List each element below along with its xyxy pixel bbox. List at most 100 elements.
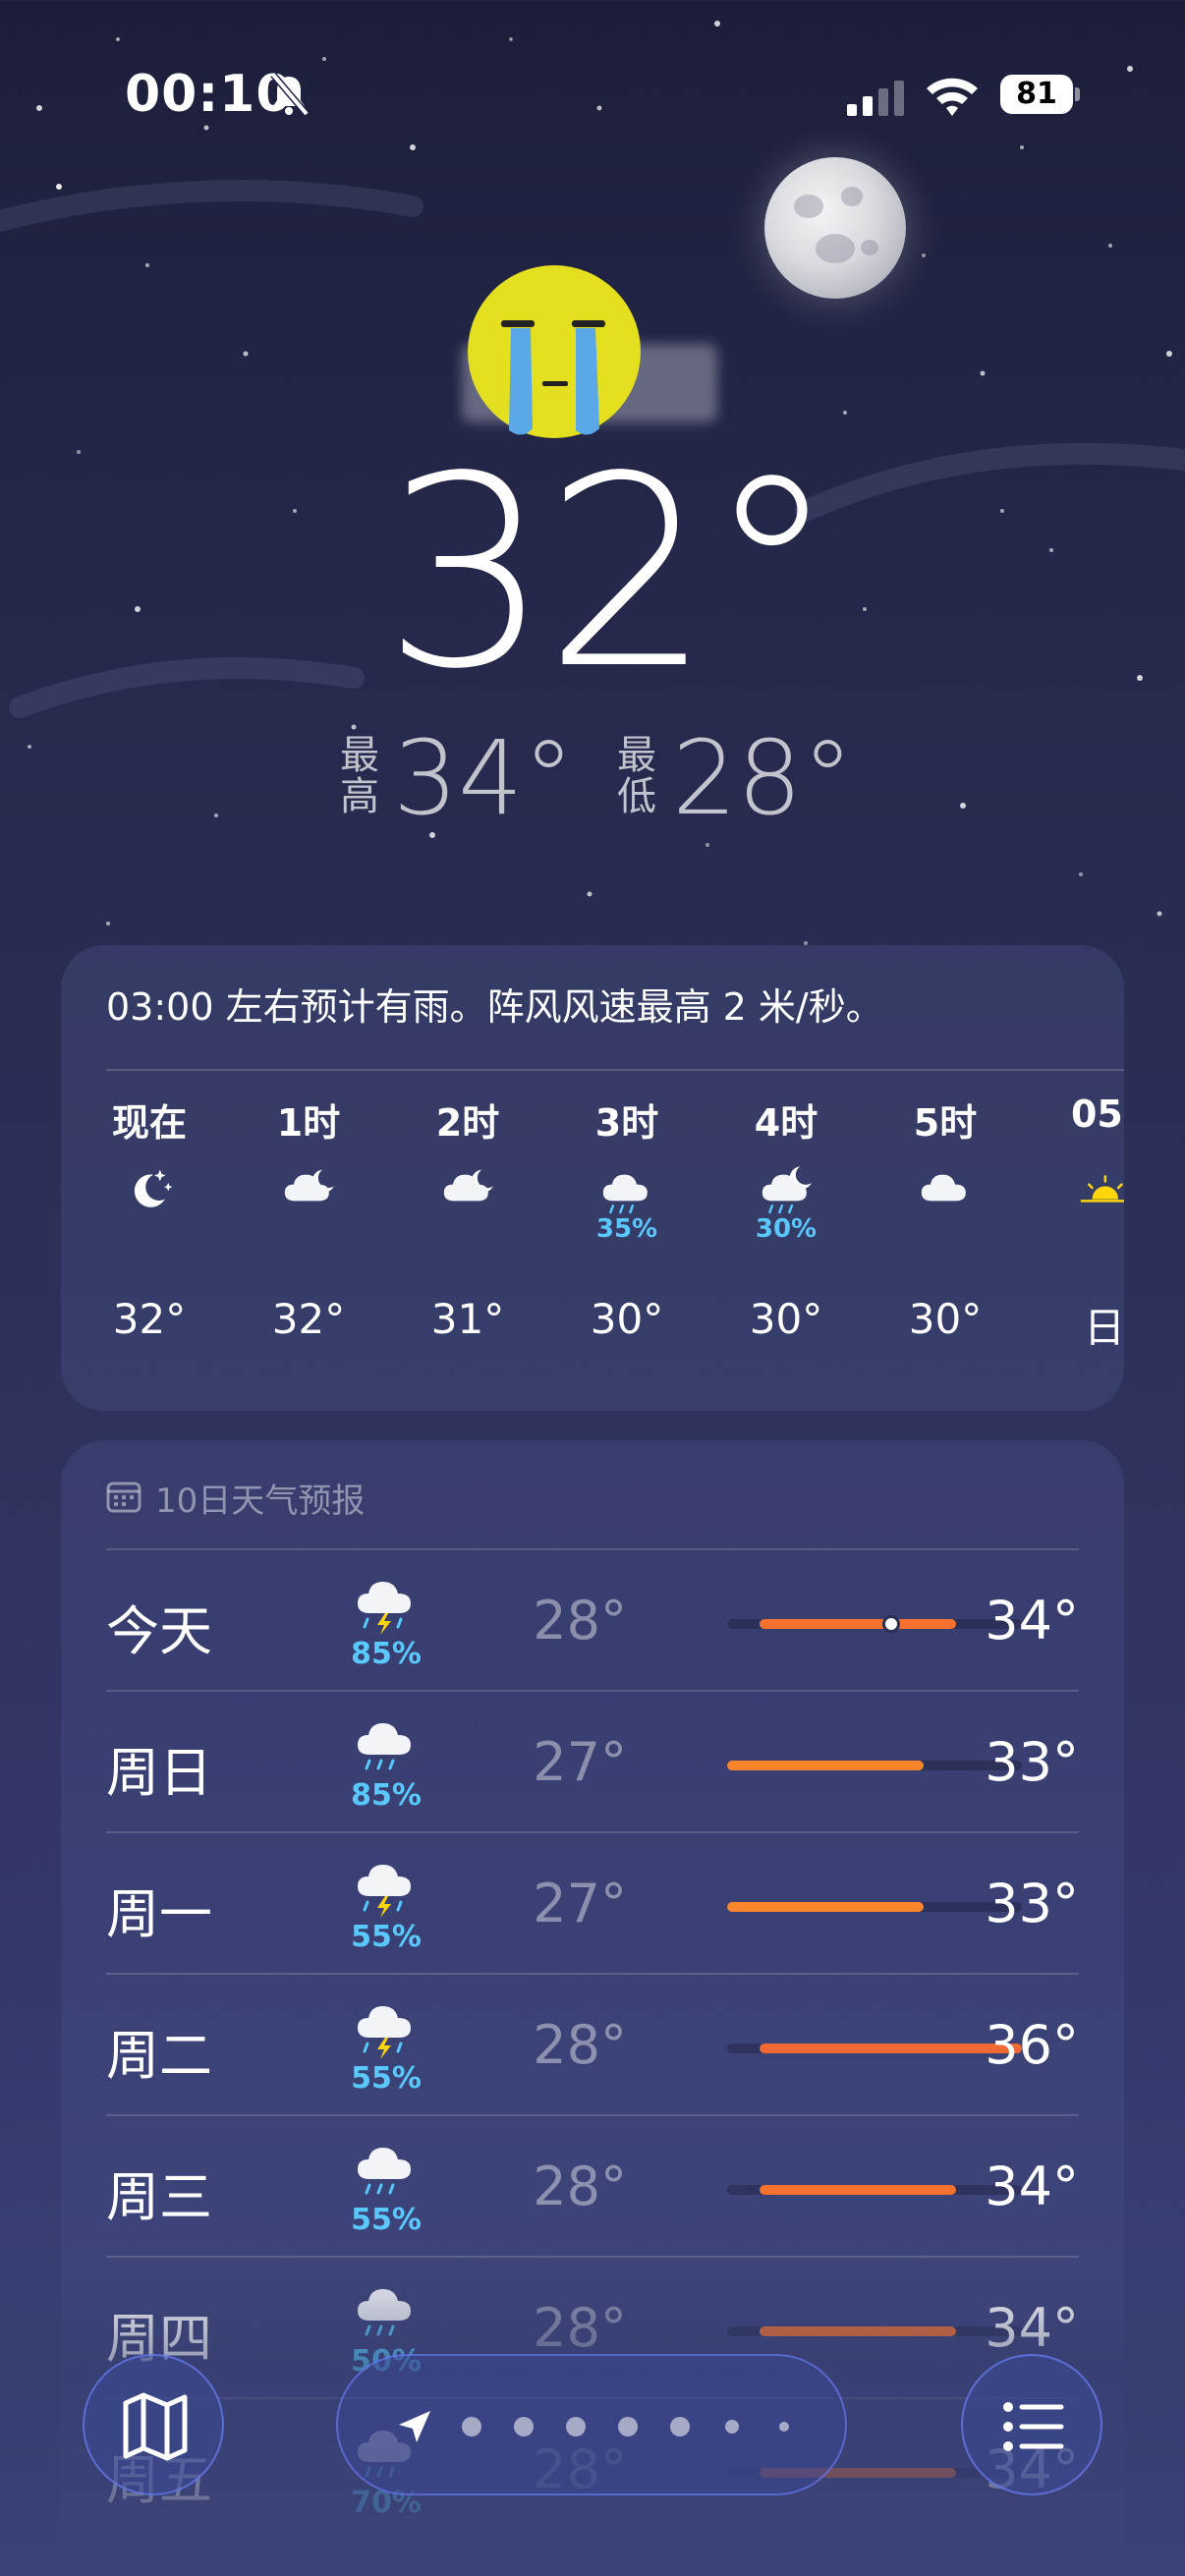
hour-precip-chance: 35% [595, 1214, 658, 1244]
high-temperature: 34° [393, 718, 575, 838]
wifi-icon [927, 78, 978, 116]
page-dot[interactable] [618, 2417, 638, 2436]
location-page-indicator[interactable] [336, 2354, 847, 2495]
status-bar: 00:10 81 [0, 0, 1185, 196]
hour-precip-chance: 30% [755, 1214, 818, 1244]
day-high-temperature: 33° [985, 1731, 1079, 1793]
day-row[interactable]: 周日 85% 27° 33° [106, 1690, 1079, 1831]
page-dot[interactable] [566, 2417, 586, 2436]
day-low-temperature: 27° [533, 1873, 627, 1934]
day-precip-chance: 55% [351, 2203, 422, 2237]
location-arrow-icon[interactable] [393, 2405, 436, 2448]
hour-item: 3时 35% 30° [568, 1092, 686, 1397]
day-low-temperature: 27° [533, 1731, 627, 1793]
page-dot[interactable] [779, 2422, 789, 2432]
day-high-temperature: 36° [985, 2014, 1079, 2076]
day-precip-chance: 55% [351, 2061, 422, 2096]
cloud-moon-rain-icon [752, 1163, 820, 1222]
high-low-temperature: 最 高 34° 最 低 28° [338, 727, 888, 829]
low-label-bottom: 低 [617, 774, 656, 819]
calendar-icon [106, 1482, 141, 1513]
hourly-summary: 03:00 左右预计有雨。阵风风速最高 2 米/秒。 [106, 985, 883, 1029]
map-icon [123, 2392, 188, 2461]
battery-indicator: 81 [1000, 75, 1080, 114]
hour-item: 2时 31° [409, 1092, 527, 1397]
battery-tip [1075, 87, 1080, 101]
hour-temperature: 32° [271, 1295, 346, 1343]
temperature-range-fill [727, 1761, 924, 1770]
temperature-range-fill [760, 2185, 957, 2195]
hour-label: 05: [1070, 1092, 1124, 1136]
cloud-moon-icon [274, 1163, 343, 1222]
cloud-bolt-rain-icon [352, 1851, 421, 1922]
hourly-forecast-card[interactable]: 03:00 左右预计有雨。阵风风速最高 2 米/秒。 现在 32° 1时 32° 2时 3… [61, 945, 1124, 1411]
day-low-temperature: 28° [533, 2156, 627, 2217]
high-label-bottom: 高 [340, 774, 379, 819]
city-list-button[interactable] [961, 2354, 1102, 2495]
day-row[interactable]: 今天 85% 28° 34° [106, 1548, 1079, 1690]
low-label-top: 最 [617, 733, 656, 778]
list-icon [1003, 2402, 1064, 2451]
hour-temperature: 32° [112, 1295, 187, 1343]
battery-level: 81 [1000, 75, 1073, 114]
hour-label: 5时 [913, 1101, 978, 1145]
low-temperature: 28° [672, 718, 854, 838]
current-temperature-marker [881, 1615, 900, 1633]
divider [106, 1069, 1124, 1071]
hour-item: 5时 30° [886, 1092, 1004, 1397]
day-precip-chance: 85% [351, 1778, 422, 1813]
cloud-rain-icon [592, 1163, 661, 1222]
hour-item: 05: 日 [1045, 1092, 1124, 1397]
day-row[interactable]: 周三 55% 28° 34° [106, 2114, 1079, 2256]
hour-temperature: 30° [749, 1295, 823, 1343]
cloud-bolt-rain-icon [352, 1992, 421, 2063]
day-low-temperature: 28° [533, 1590, 627, 1652]
cloud-bolt-rain-icon [352, 1568, 421, 1639]
day-high-temperature: 34° [985, 2156, 1079, 2217]
bell-slash-icon [270, 72, 310, 117]
temperature-range-fill [727, 1902, 924, 1912]
hour-label: 现在 [111, 1101, 187, 1145]
hour-label: 1时 [276, 1101, 341, 1145]
day-name: 今天 [106, 1600, 212, 1662]
cloud-rain-icon [352, 2134, 421, 2205]
map-button[interactable] [83, 2354, 224, 2495]
day-name: 周二 [106, 2025, 212, 2087]
ten-day-title: 10日天气预报 [155, 1482, 366, 1521]
day-precip-chance: 85% [351, 1637, 422, 1671]
high-label-top: 最 [340, 733, 379, 778]
sunrise-icon [1070, 1163, 1124, 1222]
day-row[interactable]: 周二 55% 28° 36° [106, 1973, 1079, 2114]
day-precip-chance: 55% [351, 1920, 422, 1954]
hour-label: 3时 [594, 1101, 659, 1145]
hour-temperature: 日 [1083, 1304, 1124, 1352]
hour-item: 4时 30% 30° [727, 1092, 845, 1397]
cloud-moon-icon [433, 1163, 502, 1222]
moon-stars-icon [115, 1163, 184, 1222]
hour-label: 2时 [435, 1101, 500, 1145]
hour-temperature: 30° [908, 1295, 983, 1343]
hour-item: 现在 32° [90, 1092, 208, 1397]
day-name: 周一 [106, 1883, 212, 1945]
day-high-temperature: 33° [985, 1873, 1079, 1934]
day-row[interactable]: 周一 55% 27° 33° [106, 1831, 1079, 1973]
day-low-temperature: 28° [533, 2014, 627, 2076]
day-name: 周三 [106, 2166, 212, 2228]
hour-item: 1时 32° [250, 1092, 367, 1397]
day-high-temperature: 34° [985, 1590, 1079, 1652]
cloud-icon [911, 1163, 980, 1222]
day-name: 周日 [106, 1742, 212, 1804]
cloud-rain-icon [352, 1709, 421, 1780]
current-temperature: 32° [382, 420, 837, 727]
crying-face-sticker-icon [468, 265, 641, 438]
moon-illustration [764, 157, 906, 299]
hour-label: 4时 [754, 1101, 818, 1145]
hour-temperature: 31° [430, 1295, 505, 1343]
page-dot[interactable] [725, 2420, 739, 2434]
page-dot[interactable] [670, 2417, 690, 2436]
temperature-range-fill [760, 1619, 957, 1629]
page-dot[interactable] [514, 2417, 534, 2436]
hour-temperature: 30° [590, 1295, 664, 1343]
page-dot[interactable] [462, 2417, 481, 2436]
cellular-signal-icon [847, 81, 904, 116]
